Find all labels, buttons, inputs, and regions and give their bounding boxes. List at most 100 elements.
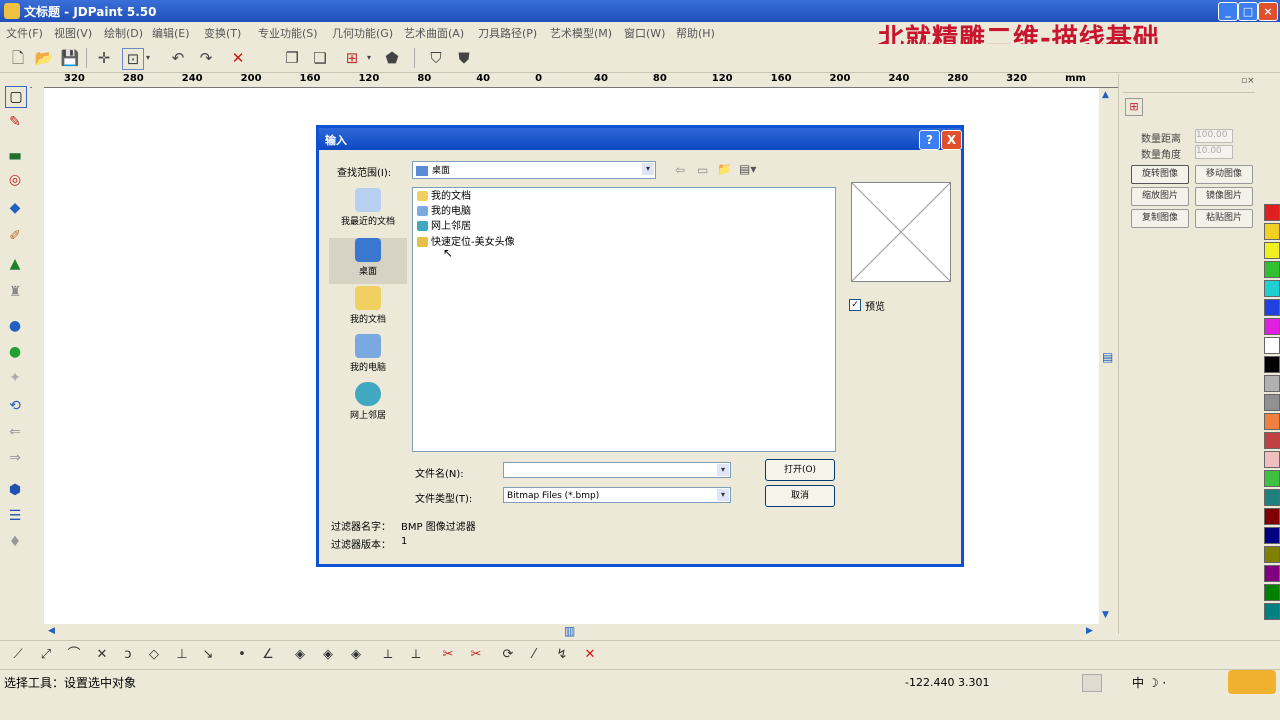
snap-diamond-3-icon[interactable]: ◈ [346, 646, 366, 664]
open-button[interactable]: 打开(O) [765, 459, 835, 481]
place-my-documents[interactable]: 我的文档 [329, 286, 407, 332]
chevron-down-icon[interactable]: ▾ [717, 464, 729, 476]
list-item[interactable]: 我的文档 [417, 190, 471, 204]
bottle-tool-icon[interactable]: ♜ [5, 282, 25, 302]
scroll-up-icon[interactable]: ▲ [1102, 90, 1109, 100]
color-swatch[interactable] [1264, 318, 1280, 335]
cross-tool-icon[interactable]: ✕ [92, 646, 112, 664]
color-swatch[interactable] [1264, 470, 1280, 487]
slash-tool-icon[interactable]: ⁄ [524, 646, 544, 664]
color-swatch[interactable] [1264, 546, 1280, 563]
filetype-select[interactable]: Bitmap Files (*.bmp) ▾ [503, 487, 731, 503]
pin-gray-icon[interactable]: ✦ [5, 368, 25, 388]
color-swatch[interactable] [1264, 413, 1280, 430]
arc-tool-icon[interactable]: ⌒ [64, 646, 84, 664]
new-file-icon[interactable]: 🗋 [8, 48, 28, 68]
rotate-image-button[interactable]: 旋转图像 [1131, 165, 1189, 184]
angle-tool-icon[interactable]: ∠ [258, 646, 278, 664]
grid-icon[interactable]: ⊞ [342, 48, 362, 68]
menu-art-model[interactable]: 艺术模型(M) [550, 25, 612, 41]
shape-icon[interactable]: ⬟ [382, 48, 402, 68]
open-folder-icon[interactable]: 📂 [34, 48, 54, 68]
cube-tool-icon[interactable]: ⬢ [5, 480, 25, 500]
filename-input[interactable]: ▾ [503, 462, 731, 478]
minimize-button[interactable]: _ [1218, 2, 1238, 21]
menu-draw[interactable]: 绘制(D) [104, 25, 143, 41]
undo-icon[interactable]: ↶ [168, 48, 188, 68]
redo-icon[interactable]: ↷ [196, 48, 216, 68]
color-swatch[interactable] [1264, 432, 1280, 449]
color-swatch[interactable] [1264, 565, 1280, 582]
pen-tool-icon[interactable]: ✎ [5, 112, 25, 132]
select-box-icon[interactable]: ⊡ [122, 48, 144, 70]
move-image-button[interactable]: 移动图像 [1195, 165, 1253, 184]
cut-tool-icon[interactable]: ✂ [438, 646, 458, 664]
place-network[interactable]: 网上邻居 [329, 382, 407, 428]
tangent-tool-icon[interactable]: ↘ [198, 646, 218, 664]
place-recent[interactable]: 我最近的文档 [329, 188, 407, 234]
extend-tool-icon[interactable]: ↯ [552, 646, 572, 664]
gem-tool-icon[interactable]: ♦ [5, 532, 25, 552]
delete-tool-icon[interactable]: ✕ [580, 646, 600, 664]
diamond-tool-icon[interactable]: ◇ [144, 646, 164, 664]
cancel-button[interactable]: 取消 [765, 485, 835, 507]
menu-art-surface[interactable]: 艺术曲面(A) [404, 25, 464, 41]
vertical-scrollbar[interactable]: ▲ ▤ ▼ [1100, 88, 1114, 626]
new-folder-icon[interactable]: 📁 [717, 162, 732, 176]
color-swatch[interactable] [1264, 603, 1280, 620]
paste-image-button[interactable]: 粘贴图片 [1195, 209, 1253, 228]
help-button[interactable]: ? [919, 130, 940, 150]
car-tool-icon[interactable]: ▃ [5, 142, 25, 162]
preview-checkbox[interactable]: ✓ [849, 299, 861, 311]
color-swatch[interactable] [1264, 527, 1280, 544]
color-swatch[interactable] [1264, 356, 1280, 373]
color-swatch[interactable] [1264, 337, 1280, 354]
shape-tool-icon[interactable]: ◆ [5, 198, 25, 218]
menu-help[interactable]: 帮助(H) [676, 25, 715, 41]
maximize-button[interactable]: □ [1238, 2, 1258, 21]
chevron-down-icon[interactable]: ▾ [642, 163, 654, 175]
color-swatch[interactable] [1264, 223, 1280, 240]
layers-tool-icon[interactable]: ☰ [5, 506, 25, 526]
polyline-tool-icon[interactable]: ⤢ [36, 646, 56, 664]
distance-input[interactable]: 100.00 [1195, 129, 1233, 143]
place-my-computer[interactable]: 我的电脑 [329, 334, 407, 380]
cut2-tool-icon[interactable]: ✂ [466, 646, 486, 664]
delete-icon[interactable]: ✕ [228, 48, 248, 68]
brush-tool-icon[interactable]: ✐ [5, 226, 25, 246]
color-swatch[interactable] [1264, 489, 1280, 506]
arrow-right-tool-icon[interactable]: ⇒ [5, 448, 25, 468]
knife-tool-icon[interactable]: ⟂ [378, 646, 398, 664]
list-item[interactable]: 网上邻居 [417, 220, 471, 234]
snap-diamond-1-icon[interactable]: ◈ [290, 646, 310, 664]
close-button[interactable]: × [1258, 2, 1278, 21]
scroll-right-icon[interactable]: ▶ [1086, 626, 1093, 636]
crosshair-icon[interactable]: ✛ [94, 48, 114, 68]
ime-indicator[interactable]: 中 ☽ · [1132, 674, 1166, 691]
scale-image-button[interactable]: 缩放图片 [1131, 187, 1189, 206]
rotate-snap-icon[interactable]: ⟳ [498, 646, 518, 664]
menu-transform[interactable]: 变换(T) [204, 25, 241, 41]
snap-diamond-2-icon[interactable]: ◈ [318, 646, 338, 664]
look-in-select[interactable]: 桌面 ▾ [412, 161, 656, 179]
view-menu-icon[interactable]: ▤▾ [739, 162, 756, 176]
color-swatch[interactable] [1264, 204, 1280, 221]
file-list[interactable]: 我的文档 我的电脑 网上邻居 快速定位-美女头像 ↖ [412, 187, 836, 452]
menu-toolpath[interactable]: 刀具路径(P) [478, 25, 537, 41]
menu-view[interactable]: 视图(V) [54, 25, 92, 41]
status-button[interactable] [1082, 674, 1102, 692]
paste-icon[interactable]: ❏ [310, 48, 330, 68]
chevron-down-icon[interactable]: ▾ [717, 489, 729, 501]
perpendicular-tool-icon[interactable]: ⊥ [172, 646, 192, 664]
target-tool-icon[interactable]: ◎ [5, 170, 25, 190]
place-desktop[interactable]: 桌面 [329, 238, 407, 284]
menu-geometry[interactable]: 几何功能(G) [332, 25, 393, 41]
color-swatch[interactable] [1264, 375, 1280, 392]
back-icon[interactable]: ⇦ [675, 163, 685, 177]
list-item[interactable]: 快速定位-美女头像 [417, 236, 515, 250]
line-tool-icon[interactable]: ⟋ [8, 646, 28, 664]
angle-input[interactable]: 10.00 [1195, 145, 1233, 159]
up-folder-icon[interactable]: ▭ [697, 163, 708, 177]
arrow-left-tool-icon[interactable]: ⇐ [5, 422, 25, 442]
color-swatch[interactable] [1264, 394, 1280, 411]
